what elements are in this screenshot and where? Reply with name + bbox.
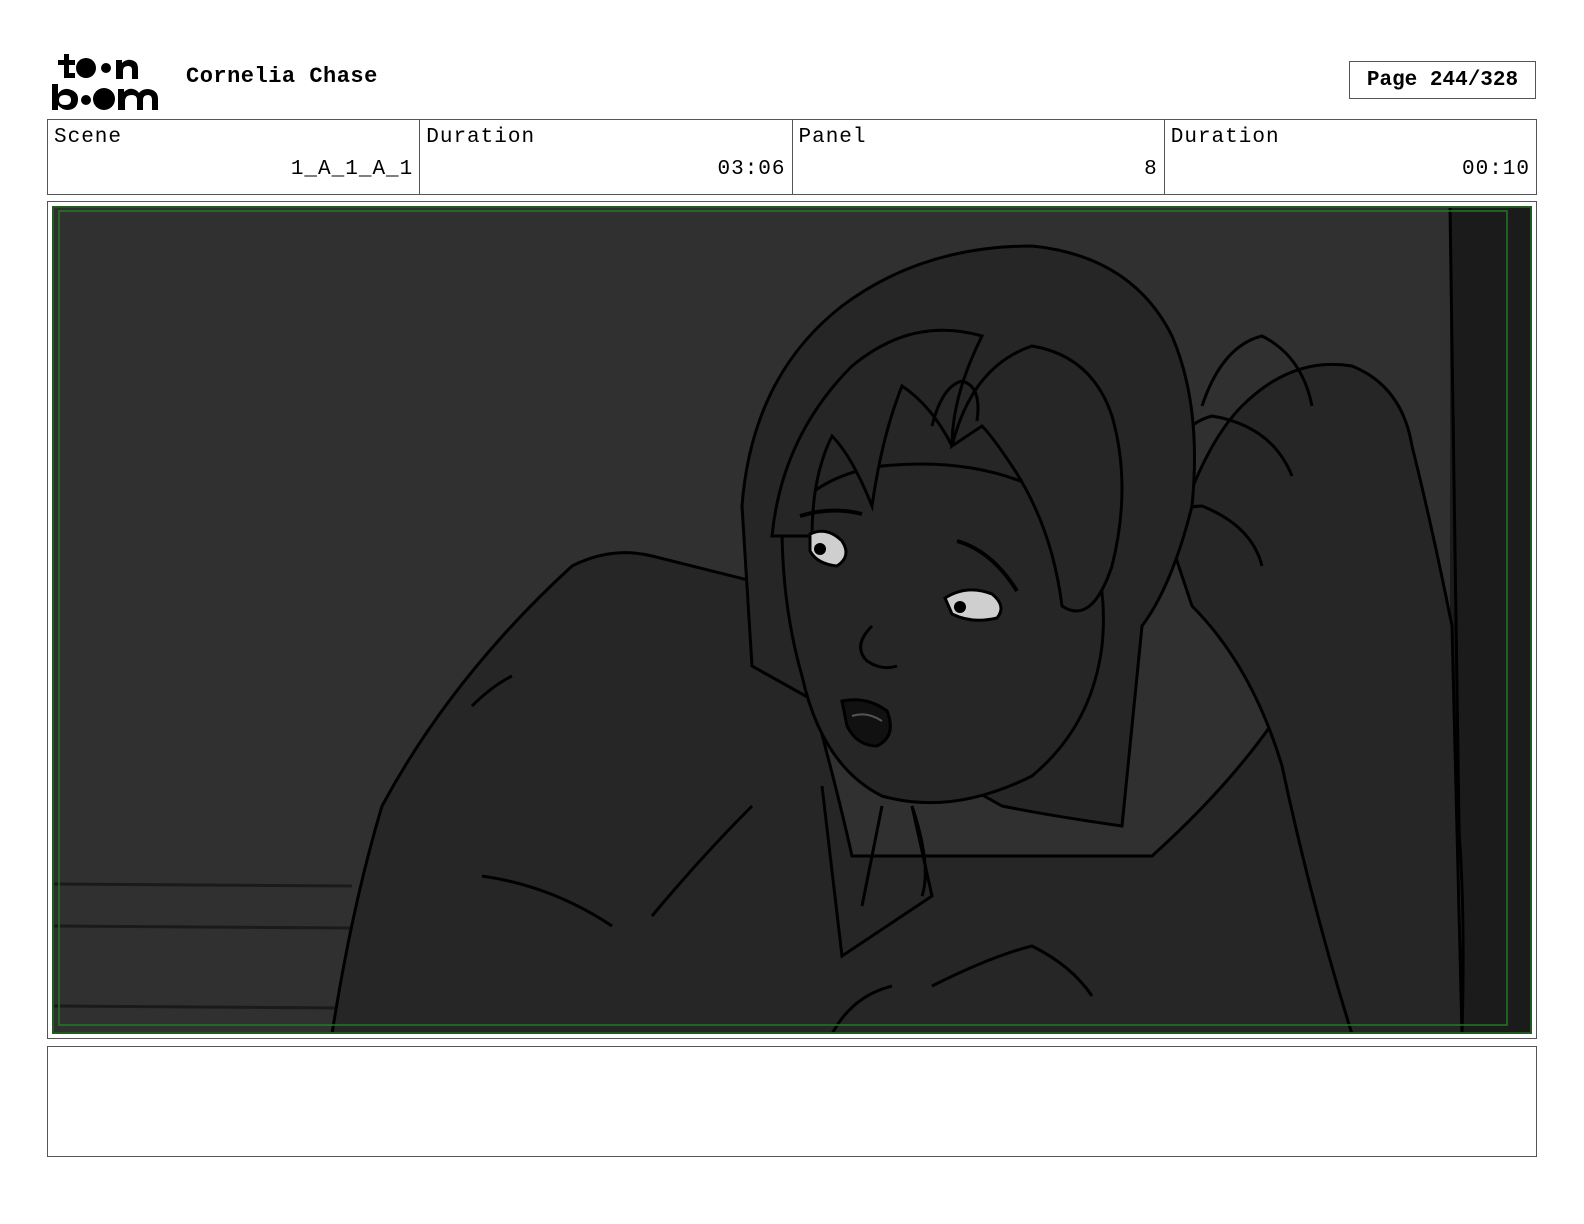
scene-info-bar: Scene 1_A_1_A_1 Duration 03:06 Panel 8 D… xyxy=(47,119,1537,195)
toon-boom-logo xyxy=(52,54,158,110)
storyboard-drawing xyxy=(52,206,1532,1034)
panel-duration-value: 00:10 xyxy=(1461,158,1530,181)
scene-cell: Scene 1_A_1_A_1 xyxy=(48,120,421,194)
scene-duration-cell: Duration 03:06 xyxy=(420,120,793,194)
panel-notes-box xyxy=(47,1046,1537,1157)
scene-value: 1_A_1_A_1 xyxy=(290,158,414,181)
storyboard-panel-frame xyxy=(47,201,1537,1039)
project-title: Cornelia Chase xyxy=(186,64,378,89)
panel-cell: Panel 8 xyxy=(793,120,1165,194)
scene-label: Scene xyxy=(54,126,123,149)
panel-duration-label: Duration xyxy=(1170,126,1280,149)
scene-duration-label: Duration xyxy=(426,126,536,149)
panel-value: 8 xyxy=(1144,158,1158,181)
panel-duration-cell: Duration 00:10 xyxy=(1165,120,1536,194)
page-counter: Page 244/328 xyxy=(1349,61,1536,99)
scene-duration-value: 03:06 xyxy=(717,158,786,181)
panel-label: Panel xyxy=(798,126,867,149)
